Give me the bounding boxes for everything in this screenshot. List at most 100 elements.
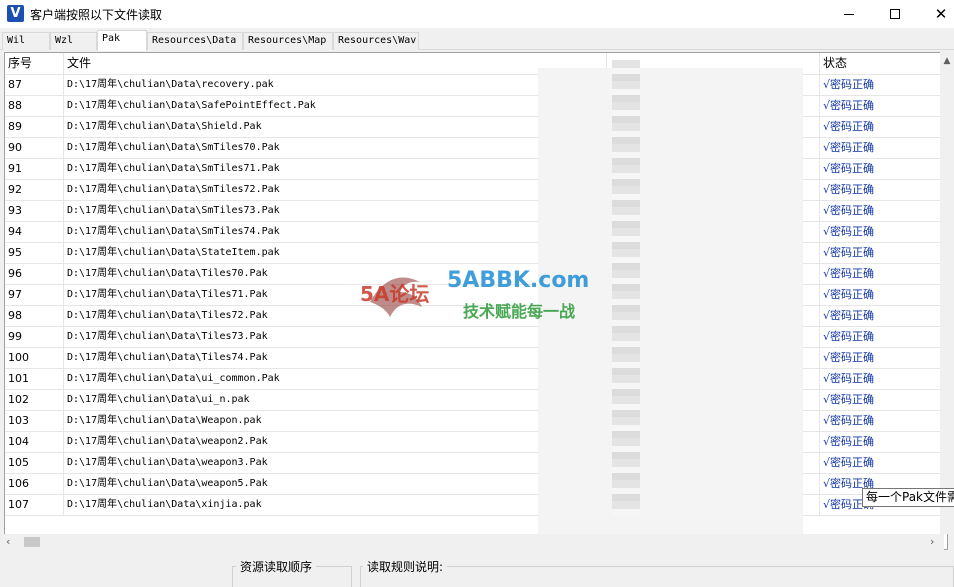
window-title: 客户端按照以下文件读取 — [30, 8, 163, 22]
cell-seq: 98 — [5, 306, 64, 327]
table-row[interactable]: 89 D:\17周年\chulian\Data\Shield.Pak √密码正确 — [5, 117, 945, 138]
table-row[interactable]: 102 D:\17周年\chulian\Data\ui_n.pak √密码正确 — [5, 390, 945, 411]
table-row[interactable]: 100 D:\17周年\chulian\Data\Tiles74.Pak √密码正确 — [5, 348, 945, 369]
cell-file: D:\17周年\chulian\Data\weapon5.Pak — [64, 474, 607, 495]
tab-wzl[interactable]: Wzl — [50, 32, 97, 50]
maximize-icon — [890, 9, 900, 19]
tab-resources-wav[interactable]: Resources\Wav — [333, 32, 419, 50]
cell-file: D:\17周年\chulian\Data\SmTiles74.Pak — [64, 222, 607, 243]
cell-file: D:\17周年\chulian\Data\weapon3.Pak — [64, 453, 607, 474]
cell-status: √密码正确 — [820, 75, 945, 96]
table-row[interactable]: 87 D:\17周年\chulian\Data\recovery.pak √密码正确 — [5, 75, 945, 96]
tab-resources-map[interactable]: Resources\Map — [243, 32, 333, 50]
minimize-button[interactable] — [826, 0, 872, 28]
cell-status: √密码正确 — [820, 285, 945, 306]
read-rules-label: 读取规则说明: — [363, 558, 448, 575]
cell-seq: 93 — [5, 201, 64, 222]
cell-seq: 103 — [5, 411, 64, 432]
cell-file: D:\17周年\chulian\Data\recovery.pak — [64, 75, 607, 96]
scroll-right-icon[interactable]: › — [930, 535, 934, 548]
cell-seq: 96 — [5, 264, 64, 285]
resource-order-label: 资源读取顺序 — [236, 558, 317, 575]
table-row[interactable]: 103 D:\17周年\chulian\Data\Weapon.pak √密码正确 — [5, 411, 945, 432]
maximize-button[interactable] — [872, 0, 918, 28]
tab-strip: Wil Wzl Pak Resources\Data Resources\Map… — [0, 30, 954, 51]
cell-file: D:\17周年\chulian\Data\SafePointEffect.Pak — [64, 96, 607, 117]
table-header: 序号 文件 状态 — [5, 53, 947, 75]
cell-seq: 101 — [5, 369, 64, 390]
table-row[interactable]: 99 D:\17周年\chulian\Data\Tiles73.Pak √密码正确 — [5, 327, 945, 348]
tooltip: 每一个Pak文件需 — [862, 488, 954, 507]
horizontal-scroll-thumb[interactable] — [24, 537, 40, 547]
tab-wil[interactable]: Wil — [2, 32, 50, 50]
table-row[interactable]: 101 D:\17周年\chulian\Data\ui_common.Pak √密码… — [5, 369, 945, 390]
cell-seq: 92 — [5, 180, 64, 201]
cell-seq: 106 — [5, 474, 64, 495]
cell-status: √密码正确 — [820, 159, 945, 180]
cell-status: √密码正确 — [820, 348, 945, 369]
cell-status: √密码正确 — [820, 306, 945, 327]
redacted-password-column — [612, 60, 640, 515]
cell-seq: 99 — [5, 327, 64, 348]
vertical-scrollbar[interactable]: ▲ — [940, 52, 954, 534]
cell-status: √密码正确 — [820, 390, 945, 411]
table-row[interactable]: 95 D:\17周年\chulian\Data\StateItem.pak √密码正… — [5, 243, 945, 264]
table-row[interactable]: 105 D:\17周年\chulian\Data\weapon3.Pak √密码正确 — [5, 453, 945, 474]
tab-resources-data[interactable]: Resources\Data — [147, 32, 243, 50]
cell-seq: 89 — [5, 117, 64, 138]
header-status[interactable]: 状态 — [820, 53, 945, 75]
cell-status: √密码正确 — [820, 243, 945, 264]
cell-status: √密码正确 — [820, 222, 945, 243]
cell-status: √密码正确 — [820, 453, 945, 474]
minimize-icon — [844, 13, 854, 15]
watermark-slogan: 技术赋能每一战 — [463, 302, 576, 321]
cell-file: D:\17周年\chulian\Data\SmTiles71.Pak — [64, 159, 607, 180]
table-row[interactable]: 94 D:\17周年\chulian\Data\SmTiles74.Pak √密码正… — [5, 222, 945, 243]
cell-seq: 91 — [5, 159, 64, 180]
horizontal-scrollbar[interactable]: ‹ › — [4, 534, 944, 550]
cell-file: D:\17周年\chulian\Data\ui_n.pak — [64, 390, 607, 411]
cell-file: D:\17周年\chulian\Data\Tiles73.Pak — [64, 327, 607, 348]
header-file[interactable]: 文件 — [64, 53, 607, 75]
cell-seq: 97 — [5, 285, 64, 306]
table-row[interactable]: 91 D:\17周年\chulian\Data\SmTiles71.Pak √密码正… — [5, 159, 945, 180]
cell-file: D:\17周年\chulian\Data\SmTiles70.Pak — [64, 138, 607, 159]
cell-file: D:\17周年\chulian\Data\SmTiles72.Pak — [64, 180, 607, 201]
cell-status: √密码正确 — [820, 201, 945, 222]
watermark-logo-text: 5A论坛 — [360, 282, 430, 306]
cell-status: √密码正确 — [820, 117, 945, 138]
table-row[interactable]: 92 D:\17周年\chulian\Data\SmTiles72.Pak √密码正… — [5, 180, 945, 201]
cell-file: D:\17周年\chulian\Data\Weapon.pak — [64, 411, 607, 432]
cell-file: D:\17周年\chulian\Data\StateItem.pak — [64, 243, 607, 264]
scroll-left-icon[interactable]: ‹ — [6, 535, 10, 548]
read-rules-group — [360, 566, 954, 587]
cell-status: √密码正确 — [820, 138, 945, 159]
cell-seq: 104 — [5, 432, 64, 453]
cell-file: D:\17周年\chulian\Data\Tiles74.Pak — [64, 348, 607, 369]
title-bar: V 客户端按照以下文件读取 ✕ — [0, 0, 954, 28]
cell-status: √密码正确 — [820, 327, 945, 348]
close-icon: ✕ — [934, 4, 948, 23]
tab-pak[interactable]: Pak — [97, 30, 147, 51]
cell-status: √密码正确 — [820, 369, 945, 390]
table-row[interactable]: 93 D:\17周年\chulian\Data\SmTiles73.Pak √密码正… — [5, 201, 945, 222]
cell-seq: 102 — [5, 390, 64, 411]
table-row[interactable]: 107 D:\17周年\chulian\Data\xinjia.pak √密码正确 — [5, 495, 945, 516]
header-seq[interactable]: 序号 — [5, 53, 64, 75]
cell-seq: 100 — [5, 348, 64, 369]
cell-seq: 95 — [5, 243, 64, 264]
table-row[interactable]: 106 D:\17周年\chulian\Data\weapon5.Pak √密码正确 — [5, 474, 945, 495]
cell-file: D:\17周年\chulian\Data\Shield.Pak — [64, 117, 607, 138]
table-row[interactable]: 90 D:\17周年\chulian\Data\SmTiles70.Pak √密码正… — [5, 138, 945, 159]
close-button[interactable]: ✕ — [918, 0, 954, 28]
cell-status: √密码正确 — [820, 264, 945, 285]
scroll-up-icon[interactable]: ▲ — [940, 56, 954, 68]
cell-seq: 107 — [5, 495, 64, 516]
cell-file: D:\17周年\chulian\Data\xinjia.pak — [64, 495, 607, 516]
cell-seq: 94 — [5, 222, 64, 243]
cell-status: √密码正确 — [820, 96, 945, 117]
cell-seq: 90 — [5, 138, 64, 159]
cell-status: √密码正确 — [820, 180, 945, 201]
table-row[interactable]: 104 D:\17周年\chulian\Data\weapon2.Pak √密码正确 — [5, 432, 945, 453]
table-row[interactable]: 88 D:\17周年\chulian\Data\SafePointEffect.P… — [5, 96, 945, 117]
